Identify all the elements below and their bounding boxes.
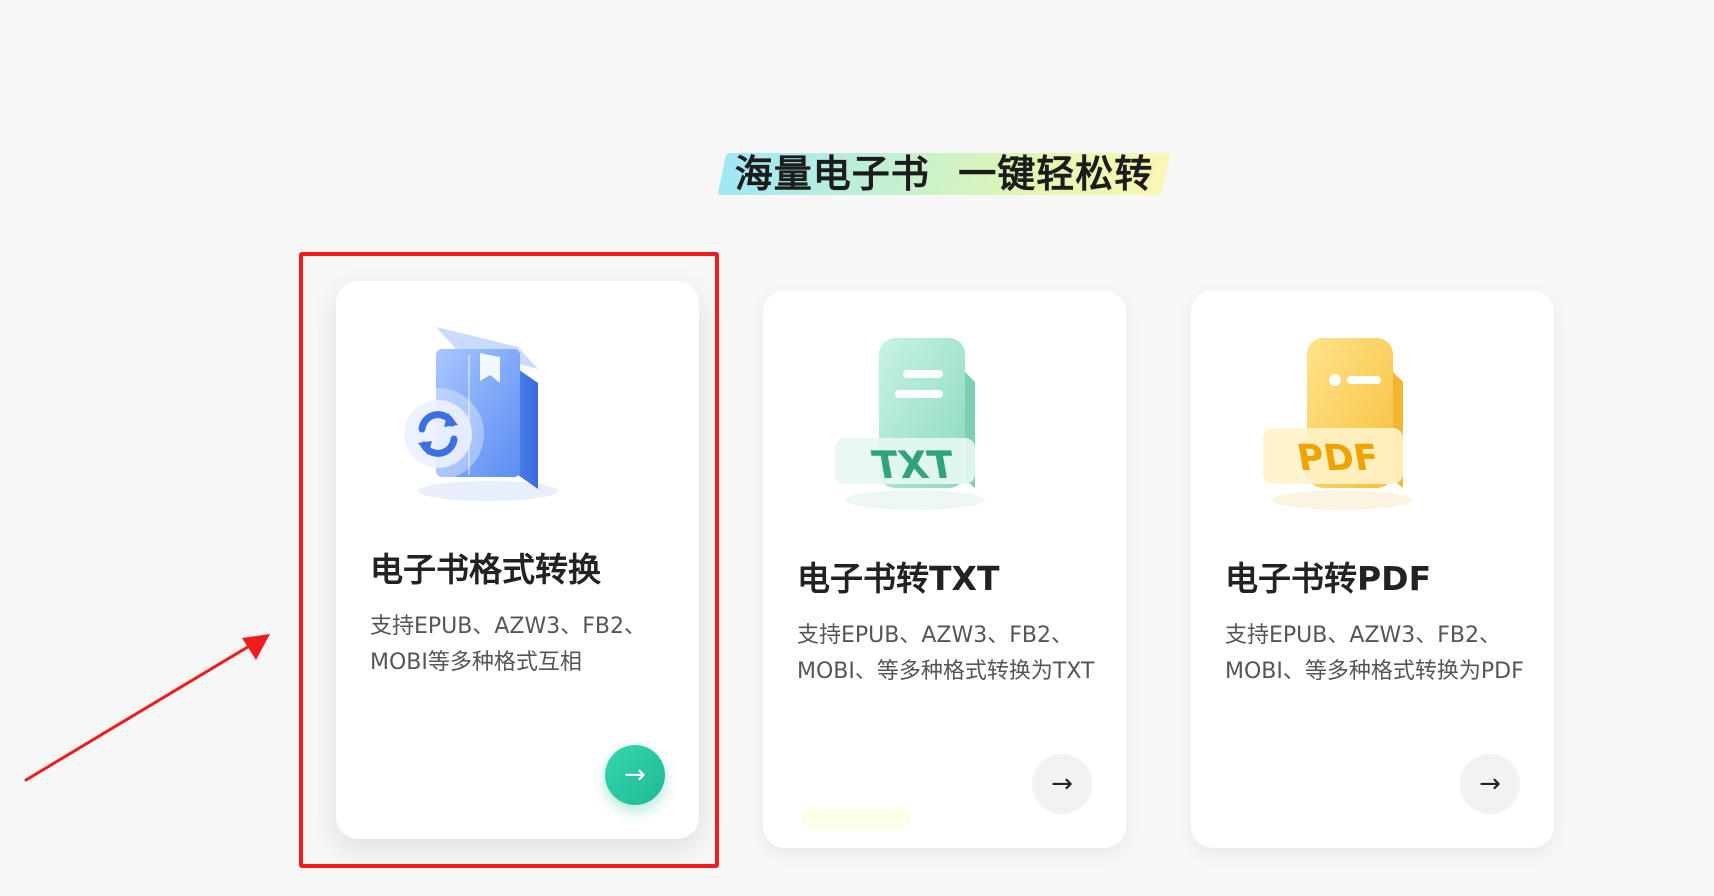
annotation-arrow-icon bbox=[24, 634, 270, 782]
section-heading: 海量电子书 一键轻松转 bbox=[717, 148, 1171, 200]
card-description: 支持EPUB、AZW3、FB2、MOBI、等多种格式转换为PDF bbox=[1225, 623, 1524, 684]
faint-tag bbox=[801, 808, 911, 830]
go-button[interactable]: → bbox=[1032, 754, 1092, 814]
arrow-right-icon: → bbox=[1051, 769, 1073, 799]
pdf-badge: PDF bbox=[1294, 436, 1382, 479]
heading-text: 海量电子书 一键轻松转 bbox=[734, 152, 1154, 196]
card-title: 电子书转PDF bbox=[1225, 559, 1432, 598]
pdf-file-icon: PDF bbox=[1263, 338, 1413, 510]
highlight-annotation-box bbox=[299, 252, 719, 868]
card-title: 电子书转TXT bbox=[797, 559, 1000, 598]
card-ebook-to-txt[interactable]: TXT 电子书转TXT 支持EPUB、AZW3、FB2、MOBI、等多种格式转换… bbox=[763, 290, 1126, 848]
go-button[interactable]: → bbox=[1460, 754, 1520, 814]
card-description: 支持EPUB、AZW3、FB2、MOBI、等多种格式转换为TXT bbox=[797, 623, 1095, 684]
txt-badge: TXT bbox=[869, 443, 958, 488]
arrow-right-icon: → bbox=[1479, 769, 1501, 799]
card-ebook-to-pdf[interactable]: PDF 电子书转PDF 支持EPUB、AZW3、FB2、MOBI、等多种格式转换… bbox=[1191, 290, 1554, 848]
txt-file-icon: TXT bbox=[835, 338, 985, 510]
